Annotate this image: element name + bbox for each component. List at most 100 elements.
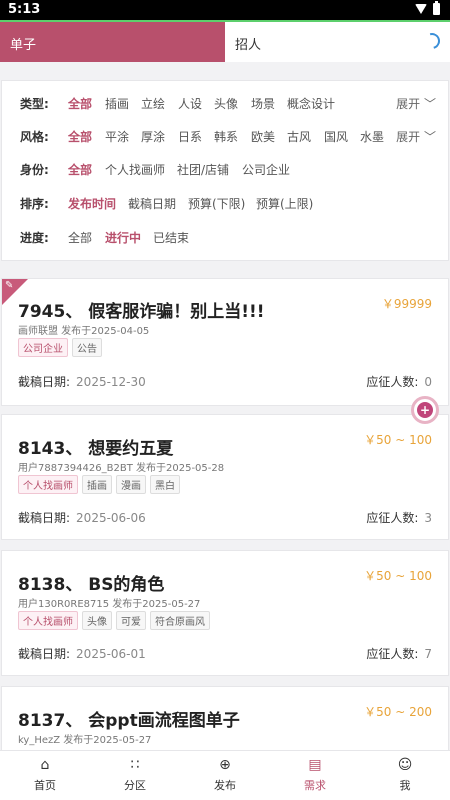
- add-order-fab[interactable]: +: [411, 396, 439, 424]
- order-price: ￥99999: [381, 297, 432, 311]
- filter-type-avatar[interactable]: 头像: [214, 95, 238, 112]
- progress-all[interactable]: 全部: [68, 229, 92, 246]
- applicants-value: 3: [424, 511, 432, 525]
- tag: 漫画: [116, 475, 146, 494]
- filter-label-progress: 进度:: [20, 231, 49, 245]
- filter-identity-all[interactable]: 全部: [68, 161, 92, 178]
- filter-style-all[interactable]: 全部: [68, 128, 92, 145]
- tag: 公司企业: [18, 338, 68, 357]
- order-card[interactable]: ✎ 7945、 假客服诈骗！别上当!!! ￥99999 画师联盟 发布于2025…: [1, 278, 449, 406]
- filter-row-progress: 进度: 全部 进行中 已结束: [2, 227, 450, 247]
- filter-row-sort: 排序: 发布时间 截稿日期 预算(下限) 预算(上限): [2, 193, 450, 213]
- tab-recruit[interactable]: 招人: [225, 22, 450, 62]
- filter-row-style: 风格: 全部 平涂 厚涂 日系 韩系 欧美 古风 国风 水墨 展开 ﹀: [2, 126, 450, 146]
- tag: 头像: [82, 611, 112, 630]
- progress-ongoing[interactable]: 进行中: [105, 229, 141, 246]
- filter-label-style: 风格:: [20, 130, 49, 144]
- order-meta: 用户130R0RE8715 发布于2025-05-27: [18, 599, 201, 610]
- tag: 插画: [82, 475, 112, 494]
- nav-home[interactable]: ⌂ 首页: [0, 751, 90, 800]
- applicants-value: 0: [424, 375, 432, 389]
- filter-type-illustration[interactable]: 插画: [105, 95, 129, 112]
- order-title: 7945、 假客服诈骗！别上当!!!: [18, 302, 265, 322]
- order-deadline: 截稿日期: 2025-06-06: [18, 509, 146, 526]
- plus-icon: +: [417, 402, 433, 418]
- applicants-label: 应征人数:: [366, 511, 419, 525]
- sort-publish-time[interactable]: 发布时间: [68, 195, 116, 212]
- filter-identity-individual[interactable]: 个人找画师: [105, 161, 165, 178]
- list-icon: ▤: [308, 757, 322, 773]
- order-deadline: 截稿日期: 2025-12-30: [18, 373, 146, 390]
- order-meta: 用户7887394426_B2BT 发布于2025-05-28: [18, 463, 225, 474]
- order-card[interactable]: 8143、 想要约五夏 ￥50 ~ 100 用户7887394426_B2BT …: [1, 414, 449, 540]
- sort-budget-min[interactable]: 预算(下限): [188, 195, 245, 212]
- deadline-value: 2025-06-01: [76, 647, 146, 661]
- tab-orders[interactable]: 单子: [0, 22, 225, 62]
- order-applicants: 应征人数: 3: [366, 509, 432, 526]
- filter-label-sort: 排序:: [20, 197, 49, 211]
- filter-type-expand[interactable]: 展开 ﹀: [396, 95, 436, 112]
- status-bar: 5:13: [0, 0, 450, 20]
- tag: 可爱: [116, 611, 146, 630]
- tag: 符合原画风: [150, 611, 210, 630]
- filter-style-guofeng[interactable]: 国风: [324, 128, 348, 145]
- filter-type-standing[interactable]: 立绘: [141, 95, 165, 112]
- deadline-label: 截稿日期:: [18, 511, 71, 525]
- filter-identity-club[interactable]: 社团/店铺: [177, 161, 229, 178]
- sort-deadline[interactable]: 截稿日期: [128, 195, 176, 212]
- filter-row-type: 类型: 全部 插画 立绘 人设 头像 场景 概念设计 展开 ﹀: [2, 93, 450, 113]
- order-price: ￥50 ~ 100: [364, 433, 432, 447]
- filter-style-western[interactable]: 欧美: [251, 128, 275, 145]
- order-tags: 公司企业 公告: [18, 338, 102, 357]
- filter-type-character[interactable]: 人设: [178, 95, 202, 112]
- tag: 黑白: [150, 475, 180, 494]
- nav-sections[interactable]: ∷ 分区: [90, 751, 180, 800]
- filter-style-ink[interactable]: 水墨: [360, 128, 384, 145]
- applicants-label: 应征人数:: [366, 375, 419, 389]
- order-tags: 个人找画师 插画 漫画 黑白: [18, 475, 180, 494]
- grid-icon: ∷: [130, 757, 140, 773]
- applicants-value: 7: [424, 647, 432, 661]
- tag: 公告: [72, 338, 102, 357]
- filter-type-all[interactable]: 全部: [68, 95, 92, 112]
- order-applicants: 应征人数: 0: [366, 373, 432, 390]
- nav-publish[interactable]: ⊕ 发布: [180, 751, 270, 800]
- filter-style-thick[interactable]: 厚涂: [141, 128, 165, 145]
- tag: 个人找画师: [18, 475, 78, 494]
- filter-style-korean[interactable]: 韩系: [214, 128, 238, 145]
- loading-spinner-icon: [421, 30, 443, 52]
- nav-demand[interactable]: ▤ 需求: [270, 751, 360, 800]
- status-time: 5:13: [8, 2, 41, 17]
- order-deadline: 截稿日期: 2025-06-01: [18, 645, 146, 662]
- expand-label: 展开: [396, 130, 421, 144]
- filter-row-identity: 身份: 全部 个人找画师 社团/店铺 公司企业: [2, 159, 450, 179]
- chevron-down-icon: ﹀: [423, 130, 436, 144]
- order-price: ￥50 ~ 100: [364, 569, 432, 583]
- nav-me[interactable]: ☺ 我: [360, 751, 450, 800]
- order-title: 8137、 会ppt画流程图单子: [18, 711, 240, 731]
- filter-style-japanese[interactable]: 日系: [178, 128, 202, 145]
- filter-label-type: 类型:: [20, 97, 49, 111]
- sort-budget-max[interactable]: 预算(上限): [256, 195, 313, 212]
- filter-label-identity: 身份:: [20, 163, 49, 177]
- tab-recruit-label: 招人: [235, 38, 262, 53]
- status-icons: [415, 1, 440, 15]
- filter-style-flat[interactable]: 平涂: [105, 128, 129, 145]
- battery-icon: [433, 1, 440, 15]
- filter-type-concept[interactable]: 概念设计: [287, 95, 335, 112]
- nav-me-label: 我: [399, 779, 411, 792]
- order-title: 8138、 BS的角色: [18, 575, 165, 595]
- top-tabs: 单子 招人: [0, 22, 450, 62]
- order-card[interactable]: 8137、 会ppt画流程图单子 ￥50 ~ 200 ky_HezZ 发布于20…: [1, 686, 449, 750]
- progress-ended[interactable]: 已结束: [153, 229, 189, 246]
- deadline-value: 2025-12-30: [76, 375, 146, 389]
- order-price: ￥50 ~ 200: [364, 705, 432, 719]
- filter-style-expand[interactable]: 展开 ﹀: [396, 128, 436, 145]
- wifi-icon: [415, 4, 427, 14]
- filter-identity-company[interactable]: 公司企业: [242, 161, 290, 178]
- filter-type-scene[interactable]: 场景: [251, 95, 275, 112]
- order-card[interactable]: 8138、 BS的角色 ￥50 ~ 100 用户130R0RE8715 发布于2…: [1, 550, 449, 676]
- applicants-label: 应征人数:: [366, 647, 419, 661]
- filter-style-ancient[interactable]: 古风: [287, 128, 311, 145]
- chevron-down-icon: ﹀: [423, 97, 436, 111]
